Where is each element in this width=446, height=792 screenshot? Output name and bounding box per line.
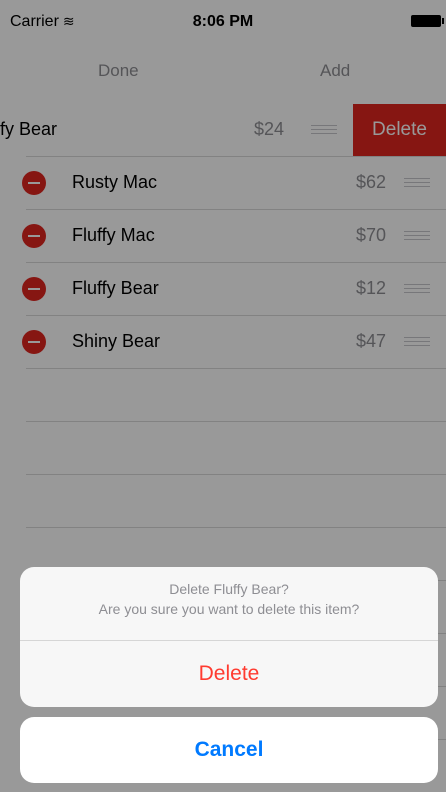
action-sheet-title: Delete Fluffy Bear? [169, 581, 289, 597]
action-sheet-message: Are you sure you want to delete this ite… [98, 601, 360, 617]
action-sheet-header: Delete Fluffy Bear? Are you sure you wan… [20, 567, 438, 641]
app-screen: Carrier ≋ 8:06 PM Done Add fy Bear $24 De… [0, 0, 446, 792]
action-sheet: Delete Fluffy Bear? Are you sure you wan… [20, 567, 438, 707]
confirm-delete-button[interactable]: Delete [20, 641, 438, 707]
cancel-button[interactable]: Cancel [20, 717, 438, 783]
